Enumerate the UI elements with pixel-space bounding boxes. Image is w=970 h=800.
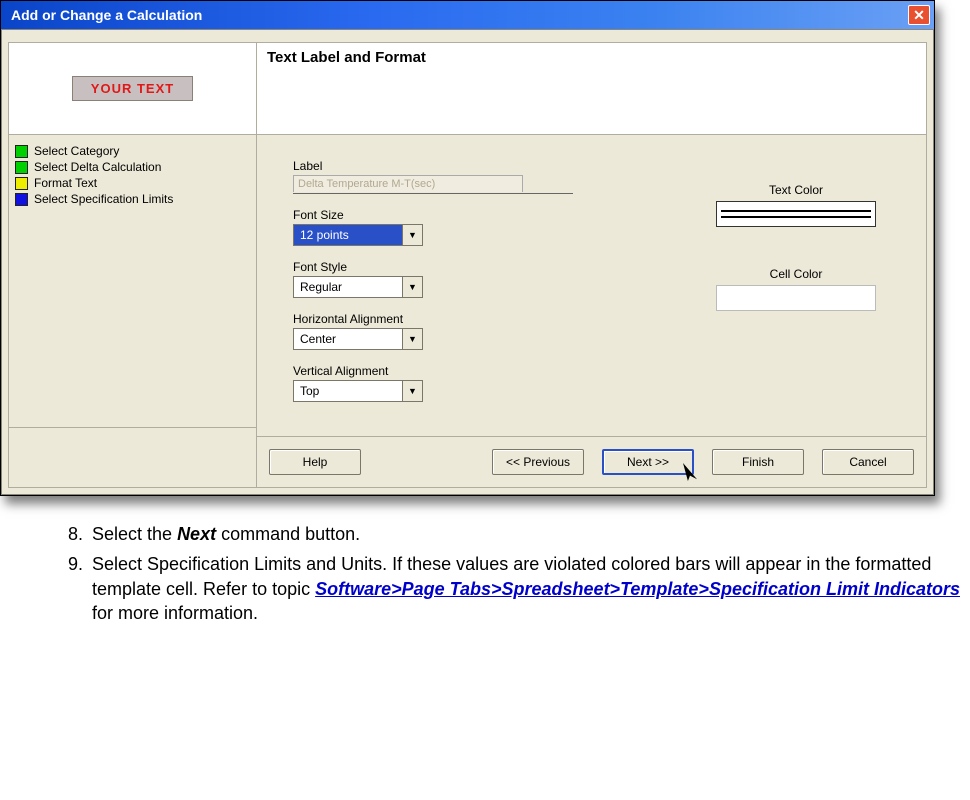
step-status-icon [15,145,28,158]
step-label: Select Category [34,144,119,158]
step-status-icon [15,193,28,206]
close-button[interactable]: ✕ [908,5,930,25]
valign-group: Vertical Alignment Top ▼ [293,364,636,402]
cell-color-group: Cell Color [696,267,896,311]
titlebar[interactable]: Add or Change a Calculation ✕ [1,1,934,29]
next-keyword: Next [177,524,216,544]
step-select-category[interactable]: Select Category [15,143,250,159]
cell-color-picker[interactable] [716,285,876,311]
instructions: Select the Next command button. Select S… [0,496,970,641]
form-area: Label Font Size 12 points ▼ [257,135,926,436]
preview-pane: YOUR TEXT [9,43,256,135]
previous-button[interactable]: << Previous [492,449,584,475]
left-spacer [9,427,256,487]
cancel-button[interactable]: Cancel [822,449,914,475]
chevron-down-icon[interactable]: ▼ [402,329,422,349]
text-color-group: Text Color [696,183,896,227]
left-column: YOUR TEXT Select Category Select Delta C… [9,43,257,487]
preview-text: YOUR TEXT [72,76,193,101]
valign-combo[interactable]: Top ▼ [293,380,423,402]
instruction-step-8: Select the Next command button. [88,522,960,546]
chevron-down-icon[interactable]: ▼ [402,277,422,297]
step-status-icon [15,161,28,174]
halign-value: Center [294,329,402,349]
step-label: Format Text [34,176,97,190]
step-format-text[interactable]: Format Text [15,175,250,191]
content-row: YOUR TEXT Select Category Select Delta C… [8,42,927,488]
font-size-value: 12 points [294,225,402,245]
label-caption: Label [293,159,636,173]
font-size-group: Font Size 12 points ▼ [293,208,636,246]
text-color-caption: Text Color [696,183,896,197]
text-color-picker[interactable] [716,201,876,227]
step-status-icon [15,177,28,190]
finish-button[interactable]: Finish [712,449,804,475]
step-label: Select Delta Calculation [34,160,161,174]
button-bar: Help << Previous Next >> Finish Cancel [257,436,926,487]
font-size-caption: Font Size [293,208,636,222]
font-style-value: Regular [294,277,402,297]
spec-limit-indicators-link[interactable]: Software>Page Tabs>Spreadsheet>Template>… [315,579,960,599]
chevron-down-icon[interactable]: ▼ [402,225,422,245]
dialog-title: Add or Change a Calculation [11,7,202,23]
form-left: Label Font Size 12 points ▼ [293,159,636,416]
chevron-down-icon[interactable]: ▼ [402,381,422,401]
help-button[interactable]: Help [269,449,361,475]
dialog-window: Add or Change a Calculation ✕ YOUR TEXT … [0,0,935,496]
font-size-combo[interactable]: 12 points ▼ [293,224,423,246]
section-header: Text Label and Format [257,43,926,135]
font-style-combo[interactable]: Regular ▼ [293,276,423,298]
section-title: Text Label and Format [267,49,426,66]
label-field-group: Label [293,159,636,194]
label-input[interactable] [293,175,523,192]
label-input-wrap [293,175,573,194]
valign-caption: Vertical Alignment [293,364,636,378]
next-button[interactable]: Next >> [602,449,694,475]
step-label: Select Specification Limits [34,192,173,206]
font-style-group: Font Style Regular ▼ [293,260,636,298]
valign-value: Top [294,381,402,401]
right-column: Text Label and Format Label Font Size [257,43,926,487]
wizard-step-list: Select Category Select Delta Calculation… [9,135,256,427]
close-icon: ✕ [913,8,925,22]
form-right: Text Color Cell Color [696,159,896,416]
halign-caption: Horizontal Alignment [293,312,636,326]
cell-color-caption: Cell Color [696,267,896,281]
step-select-delta-calculation[interactable]: Select Delta Calculation [15,159,250,175]
font-style-caption: Font Style [293,260,636,274]
dialog-body: YOUR TEXT Select Category Select Delta C… [1,29,934,495]
instruction-step-9: Select Specification Limits and Units. I… [88,552,960,625]
halign-group: Horizontal Alignment Center ▼ [293,312,636,350]
step-select-specification-limits[interactable]: Select Specification Limits [15,191,250,207]
halign-combo[interactable]: Center ▼ [293,328,423,350]
